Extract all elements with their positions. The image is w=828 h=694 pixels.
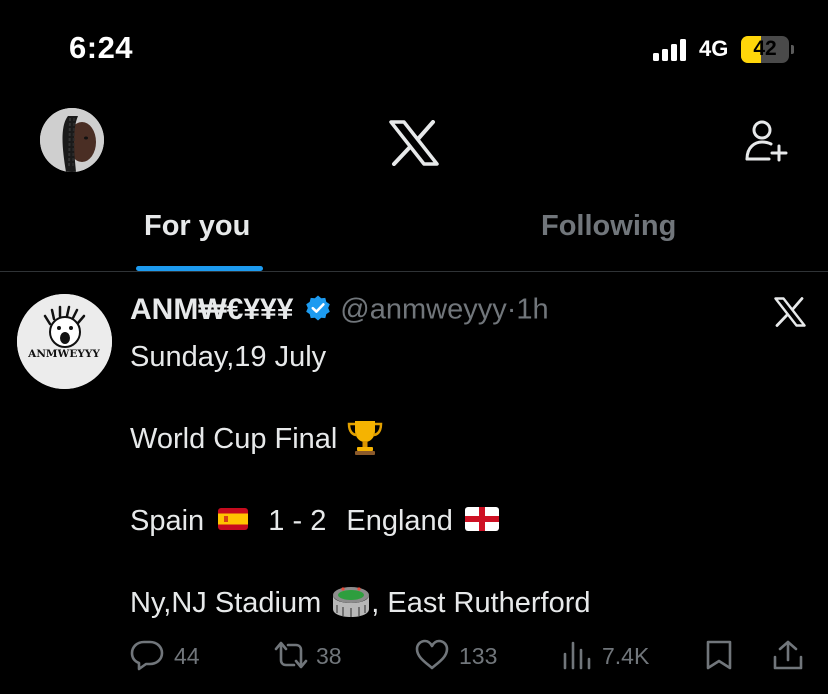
- reply-icon: [130, 640, 164, 671]
- author-handle[interactable]: @anmweyyy: [340, 294, 506, 326]
- battery-level: 42: [753, 37, 777, 60]
- author-avatar-image: ANMWEYYY: [17, 294, 112, 389]
- view-count: 7.4K: [602, 643, 650, 669]
- x-logo-icon[interactable]: [389, 120, 439, 166]
- avatar-logo-text: ANMWEYYY: [27, 348, 100, 360]
- team1-name: Spain: [130, 505, 205, 537]
- repost-button[interactable]: 38: [272, 635, 352, 675]
- like-count: 133: [459, 643, 498, 669]
- team2-name: England: [346, 505, 453, 537]
- active-tab-indicator: [136, 266, 263, 271]
- analytics-icon: [563, 641, 591, 670]
- tab-for-you[interactable]: For you: [0, 190, 400, 272]
- add-person-icon[interactable]: [742, 117, 790, 165]
- stadium-icon: [333, 587, 370, 618]
- cellular-signal-icon: [653, 39, 686, 61]
- trophy-icon: [348, 421, 383, 456]
- reply-count: 44: [174, 643, 200, 669]
- venue-name: Ny,NJ Stadium: [130, 587, 322, 619]
- post-header: ANM₩€¥¥¥ @anmweyyy·1h: [130, 293, 549, 333]
- tab-following[interactable]: Following: [400, 190, 828, 272]
- top-header: [0, 100, 828, 190]
- avatar: [40, 108, 104, 172]
- score: 1 - 2: [268, 505, 327, 537]
- venue-city: , East Rutherford: [371, 587, 591, 619]
- post-line-venue: Ny,NJ Stadium , East Rutherford: [130, 583, 591, 624]
- battery-indicator: 42: [741, 36, 789, 63]
- headline-text: World Cup Final: [130, 423, 338, 455]
- x-grok-icon[interactable]: [774, 297, 806, 327]
- bookmark-button[interactable]: [704, 635, 738, 675]
- views-button[interactable]: 7.4K: [562, 635, 662, 675]
- tab-label: For you: [144, 210, 251, 242]
- tab-label: Following: [541, 210, 677, 242]
- bookmark-icon: [706, 640, 732, 670]
- profile-avatar-button[interactable]: [40, 108, 104, 172]
- heart-icon: [415, 639, 449, 670]
- post-card[interactable]: ANMWEYYY ANM₩€¥¥¥ @anmweyyy·1h Sunday,19…: [0, 273, 828, 694]
- battery-cap: [791, 45, 794, 54]
- status-bar: 6:24 4G 42: [0, 0, 828, 100]
- author-display-name[interactable]: ANM₩€¥¥¥: [130, 293, 293, 326]
- verified-badge-icon: [306, 295, 330, 321]
- england-flag-icon: [464, 507, 499, 532]
- author-avatar[interactable]: ANMWEYYY: [17, 294, 112, 389]
- post-timestamp[interactable]: 1h: [516, 294, 548, 326]
- separator-dot: ·: [506, 293, 517, 326]
- repost-icon: [274, 641, 308, 669]
- post-line-headline: World Cup Final: [130, 419, 591, 460]
- status-time: 6:24: [69, 30, 134, 65]
- network-type: 4G: [699, 36, 729, 61]
- repost-count: 38: [316, 643, 342, 669]
- spain-flag-icon: [218, 508, 249, 531]
- timeline-tabs: For you Following: [0, 190, 828, 272]
- share-icon: [773, 640, 803, 670]
- post-line-score: Spain 1 - 2 England: [130, 501, 591, 542]
- post-actions: 44 38 133 7.4K: [0, 635, 828, 675]
- post-line-date: Sunday,19 July: [130, 341, 327, 373]
- post-text: Sunday,19 July World Cup Final Spain 1 -…: [130, 337, 591, 624]
- like-button[interactable]: 133: [415, 635, 505, 675]
- reply-button[interactable]: 44: [130, 635, 210, 675]
- share-button[interactable]: [772, 635, 806, 675]
